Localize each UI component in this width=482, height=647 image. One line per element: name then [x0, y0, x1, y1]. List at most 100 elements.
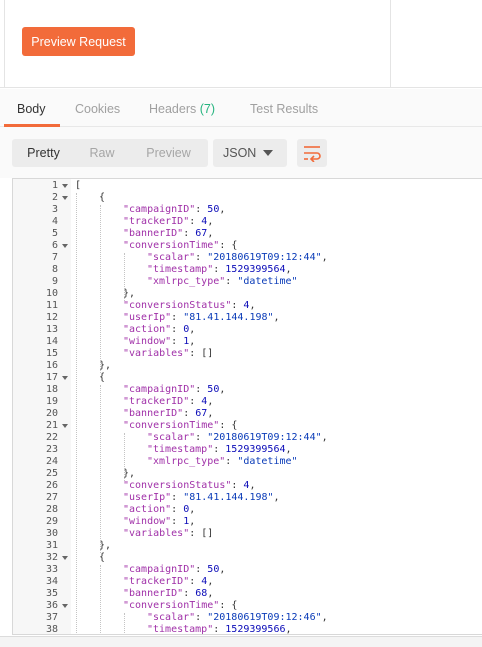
- code-text: "scalar": "20180619T09:12:44",: [147, 432, 328, 444]
- code-token: ,: [207, 396, 214, 407]
- line-number: 11: [45, 300, 58, 311]
- fold-arrow-icon[interactable]: [62, 244, 68, 248]
- code-token: ,: [207, 216, 214, 227]
- code-text: "action": 0,: [123, 324, 195, 336]
- code-token: ,: [189, 504, 196, 515]
- wrap-lines-button[interactable]: [297, 139, 327, 167]
- code-line: 4 "trackerID": 4,: [13, 216, 482, 228]
- code-token: ,: [207, 576, 214, 587]
- code-token: "conversionTime": [123, 420, 220, 431]
- horizontal-scrollbar[interactable]: [0, 636, 482, 647]
- line-number: 28: [45, 504, 58, 515]
- response-body-editor[interactable]: 1[2{3 "campaignID": 50, 4 "trackerID": 4, 5 "…: [12, 178, 482, 635]
- line-number: 20: [45, 408, 58, 419]
- line-number: 37: [45, 612, 58, 623]
- code-line: 29 "window": 1,: [13, 516, 482, 528]
- code-token: {: [99, 552, 106, 563]
- code-line: 19 "trackerID": 4,: [13, 396, 482, 408]
- code-line: 33 "campaignID": 50,: [13, 564, 482, 576]
- code-token: {: [99, 192, 106, 203]
- code-line: 8 "timestamp": 1529399564,: [13, 264, 482, 276]
- fold-arrow-icon[interactable]: [62, 376, 68, 380]
- code-lines: 1[2{3 "campaignID": 50, 4 "trackerID": 4, 5 "…: [13, 180, 482, 634]
- code-token: {: [99, 372, 106, 383]
- code-token: :: [195, 252, 208, 263]
- code-token: "conversionStatus": [123, 480, 232, 491]
- pane-border: [4, 0, 5, 88]
- code-token: "81.41.144.198": [183, 312, 274, 323]
- code-token: "20180619T09:12:44": [207, 432, 322, 443]
- code-token: "trackerID": [123, 396, 190, 407]
- code-token: :: [171, 516, 184, 527]
- code-text: "conversionTime": {: [123, 240, 237, 252]
- code-text: "trackerID": 4,: [123, 576, 213, 588]
- code-token: "20180619T09:12:46": [207, 612, 322, 623]
- code-token: "conversionStatus": [123, 300, 232, 311]
- code-token: "trackerID": [123, 576, 190, 587]
- code-token: "trackerID": [123, 216, 190, 227]
- fold-arrow-icon[interactable]: [62, 556, 68, 560]
- fold-arrow-icon[interactable]: [62, 424, 68, 428]
- line-number: 21: [45, 420, 58, 431]
- code-token: "campaignID": [123, 384, 196, 395]
- code-token: 68: [195, 588, 208, 599]
- indent-guide: [100, 385, 101, 553]
- code-token: :: [189, 216, 202, 227]
- view-mode-preview[interactable]: Preview: [129, 139, 208, 167]
- fold-arrow-icon[interactable]: [62, 604, 68, 608]
- code-token: "xmlrpc_type": [147, 456, 226, 467]
- code-token: ,: [207, 588, 214, 599]
- line-number: 10: [45, 288, 58, 299]
- indent-guide: [76, 193, 77, 634]
- fold-arrow-icon[interactable]: [62, 184, 68, 188]
- code-text: "window": 1,: [123, 336, 195, 348]
- tab-headers-label: Headers: [149, 102, 197, 116]
- code-line: 38 "timestamp": 1529399566,: [13, 624, 482, 634]
- code-line: 3 "campaignID": 50,: [13, 204, 482, 216]
- line-number: 12: [45, 312, 58, 323]
- code-text: {: [99, 372, 105, 384]
- code-token: :: [195, 384, 208, 395]
- line-number: 19: [45, 396, 58, 407]
- tab-headers[interactable]: Headers (7): [149, 102, 215, 116]
- code-token: :: [183, 408, 196, 419]
- code-line: 10},: [13, 288, 482, 300]
- preview-request-button[interactable]: Preview Request: [22, 27, 135, 56]
- code-token: :: [195, 204, 208, 215]
- tab-body[interactable]: Body: [17, 102, 46, 116]
- line-number: 22: [45, 432, 58, 443]
- code-token: :: [189, 576, 202, 587]
- fold-arrow-icon[interactable]: [62, 196, 68, 200]
- code-token: :: [183, 588, 196, 599]
- code-token: :: [171, 324, 184, 335]
- tab-cookies[interactable]: Cookies: [75, 102, 120, 116]
- code-token: "campaignID": [123, 204, 196, 215]
- code-line: 27 "userIp": "81.41.144.198",: [13, 492, 482, 504]
- code-line: 15 "variables": []: [13, 348, 482, 360]
- code-token: : {: [219, 600, 238, 611]
- code-line: 5 "bannerID": 67,: [13, 228, 482, 240]
- code-token: :: [195, 564, 208, 575]
- code-token: ,: [285, 264, 292, 275]
- line-number: 14: [45, 336, 58, 347]
- code-token: "scalar": [147, 612, 196, 623]
- code-token: [: [75, 180, 82, 191]
- code-line: 14 "window": 1,: [13, 336, 482, 348]
- code-line: 26 "conversionStatus": 4,: [13, 480, 482, 492]
- line-number: 30: [45, 528, 58, 539]
- line-number: 31: [45, 540, 58, 551]
- code-token: "action": [123, 324, 172, 335]
- code-token: "userIp": [123, 492, 172, 503]
- chevron-down-icon: [263, 150, 273, 156]
- code-line: 36 "conversionTime": {: [13, 600, 482, 612]
- format-select[interactable]: JSON: [213, 139, 287, 167]
- code-token: "campaignID": [123, 564, 196, 575]
- view-mode-raw[interactable]: Raw: [75, 139, 129, 167]
- indent-guide: [124, 433, 125, 481]
- code-token: "datetime": [237, 456, 298, 467]
- line-number: 33: [45, 564, 58, 575]
- line-number: 8: [51, 264, 58, 275]
- view-mode-pretty[interactable]: Pretty: [12, 139, 75, 167]
- tab-test-results[interactable]: Test Results: [250, 102, 318, 116]
- line-number: 5: [51, 228, 58, 239]
